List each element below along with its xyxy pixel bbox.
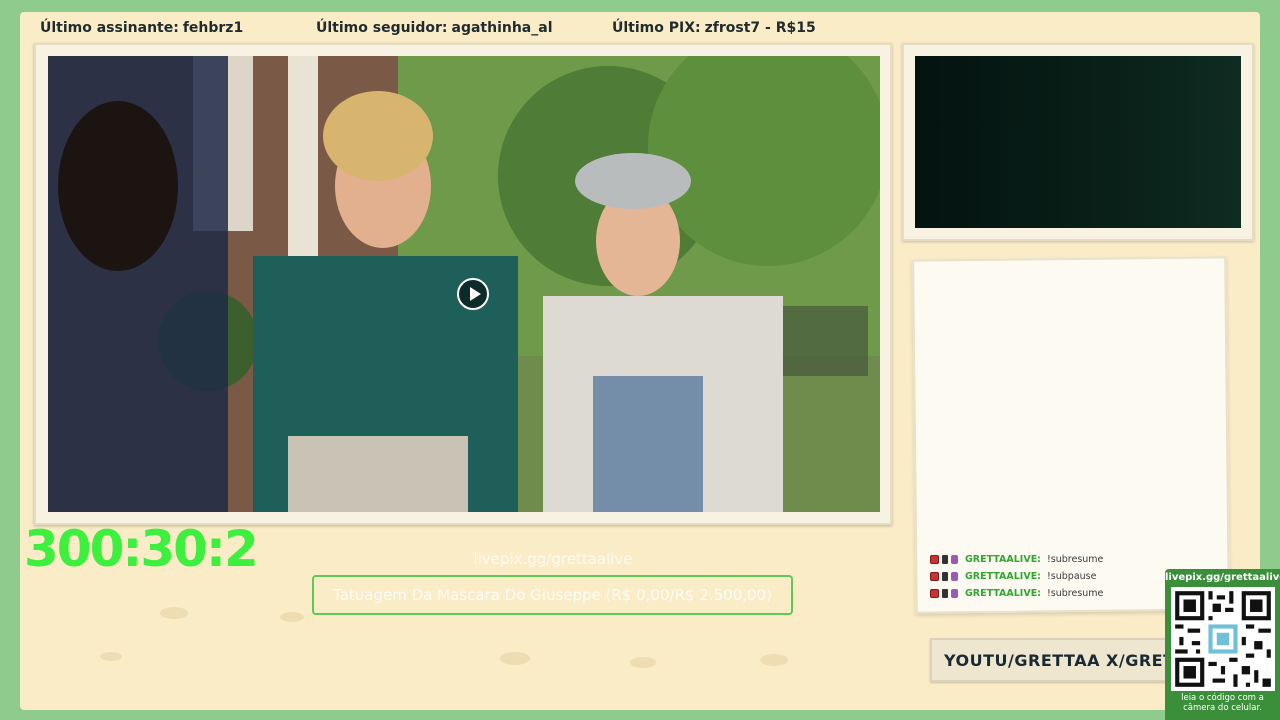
last-follower-label: Último seguidor: [316, 20, 448, 36]
last-subscriber-label: Último assinante: [40, 20, 179, 36]
decor-spot [280, 612, 304, 622]
video-frame [34, 43, 892, 525]
last-follower-value: agathinha_al [451, 20, 553, 36]
chat-text: !subresume [1046, 588, 1104, 599]
video-player[interactable] [48, 56, 880, 512]
donation-goal-text: Tatuagem Da Mascara Do Giuseppe (R$ 0,00… [333, 586, 772, 604]
sub-badge-icon [951, 572, 958, 581]
chat-username: GRETTAALIVE: [965, 588, 1041, 599]
chat-username: GRETTAALIVE: [965, 554, 1041, 565]
last-follower: Último seguidor: agathinha_al [316, 20, 553, 40]
chat-message: GRETTAALIVE: !subresume [930, 551, 1220, 568]
play-icon[interactable] [457, 278, 489, 310]
sword-badge-icon [942, 572, 948, 581]
social-handles-text: YOUTU/GRETTAA X/GRETTAA [944, 650, 1178, 670]
last-pix: Último PIX: zfrost7 - R$15 [612, 20, 816, 40]
last-subscriber-value: fehbrz1 [182, 20, 244, 36]
broadcaster-badge-icon [930, 589, 939, 598]
broadcaster-badge-icon [930, 555, 939, 564]
chat-text: !subresume [1046, 554, 1104, 565]
qr-code-icon [1171, 587, 1275, 691]
sub-badge-icon [951, 555, 958, 564]
qr-widget: livepix.gg/grettaalive leia o código com… [1165, 569, 1280, 720]
sword-badge-icon [942, 589, 948, 598]
decor-spot [630, 657, 656, 668]
webcam-view [915, 56, 1241, 228]
last-subscriber: Último assinante: fehbrz1 [40, 20, 243, 40]
chat-text: !subpause [1046, 571, 1097, 582]
decor-spot [160, 607, 188, 619]
last-pix-label: Último PIX: [612, 20, 701, 36]
last-pix-value: zfrost7 - R$15 [704, 20, 816, 36]
qr-caption: leia o código com a câmera do celular. [1181, 693, 1264, 713]
livepix-link: livepix.gg/grettaalive [473, 550, 633, 568]
chat-username: GRETTAALIVE: [965, 571, 1041, 582]
decor-spot [760, 654, 788, 666]
webcam-frame [902, 43, 1254, 241]
sword-badge-icon [942, 555, 948, 564]
broadcaster-badge-icon [930, 572, 939, 581]
social-handles: YOUTU/GRETTAA X/GRETTAA [930, 638, 1180, 682]
decor-spot [100, 652, 122, 661]
subathon-timer: 300:30:2 [24, 520, 259, 578]
sub-badge-icon [951, 589, 958, 598]
qr-title: livepix.gg/grettaalive [1165, 572, 1280, 583]
donation-goal-bar: Tatuagem Da Mascara Do Giuseppe (R$ 0,00… [312, 575, 793, 615]
decor-spot [500, 652, 530, 665]
